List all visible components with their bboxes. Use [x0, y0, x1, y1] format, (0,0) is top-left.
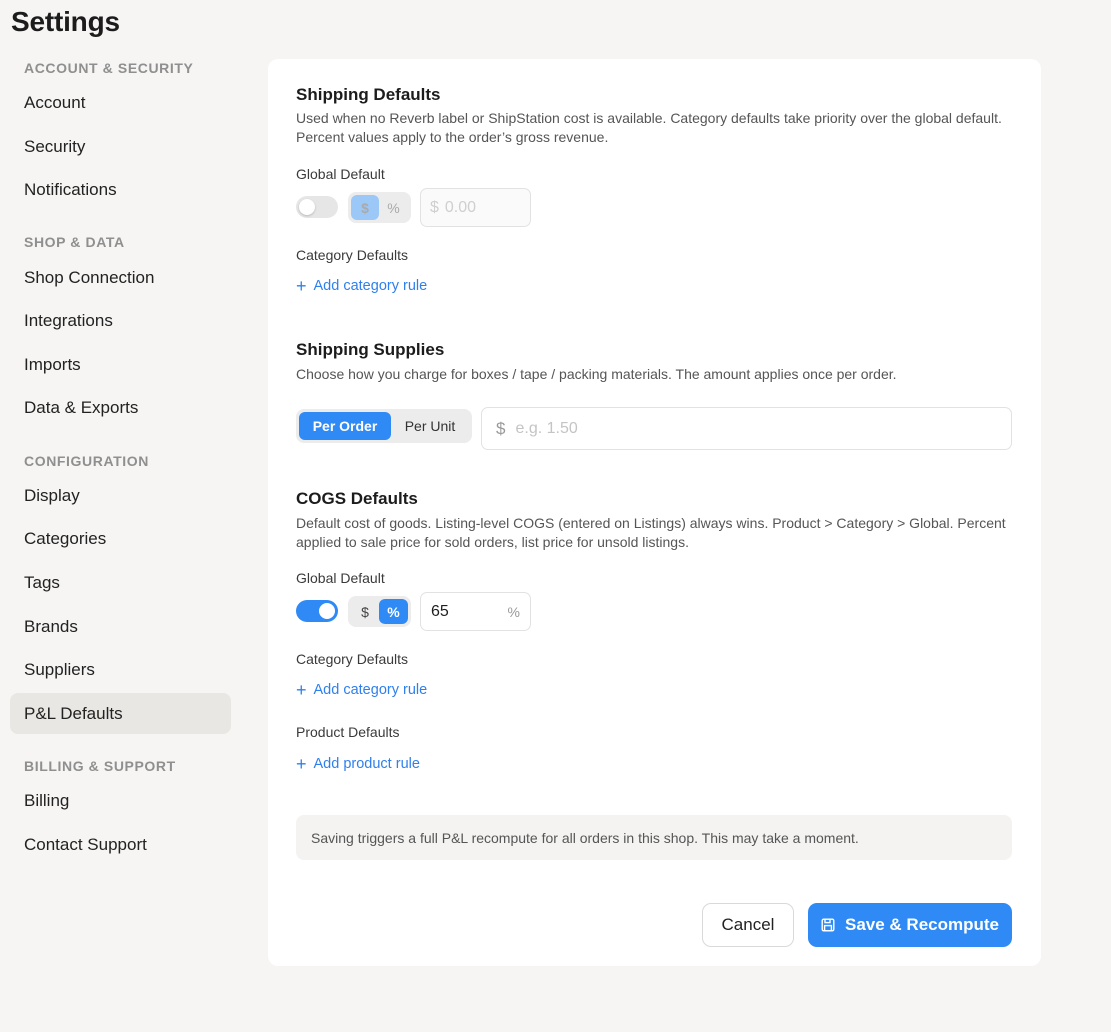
sidebar-item-data-exports[interactable]: Data & Exports [10, 387, 231, 428]
sidebar-item-categories[interactable]: Categories [10, 518, 231, 559]
plus-icon: + [296, 276, 307, 296]
sidebar-section-account-security: ACCOUNT & SECURITY [24, 60, 194, 76]
cogs-defaults-title: COGS Defaults [296, 489, 418, 508]
shipping-supplies-description: Choose how you charge for boxes / tape /… [296, 366, 897, 382]
sidebar-section-shop-data: SHOP & DATA [24, 234, 125, 250]
cogs-global-value: 65 [431, 602, 449, 620]
sidebar-item-pl-defaults[interactable]: P&L Defaults [10, 693, 231, 734]
cogs-global-value-input[interactable]: 65 % [420, 592, 531, 631]
add-category-rule-label: Add category rule [313, 682, 428, 698]
pl-defaults-card: Shipping Defaults Used when no Reverb la… [268, 59, 1041, 966]
shipping-mode-segment: $ % [348, 192, 411, 223]
supplies-per-order-option[interactable]: Per Order [299, 412, 391, 440]
toggle-knob [319, 603, 335, 619]
sidebar-item-integrations[interactable]: Integrations [10, 300, 231, 341]
shipping-mode-percent[interactable]: % [379, 195, 408, 220]
add-category-rule-label: Add category rule [313, 278, 428, 294]
sidebar-item-account[interactable]: Account [10, 82, 231, 123]
save-recompute-button[interactable]: Save & Recompute [808, 903, 1012, 947]
cancel-button[interactable]: Cancel [702, 903, 794, 947]
shipping-add-category-rule-link[interactable]: + Add category rule [296, 276, 428, 296]
sidebar-item-tags[interactable]: Tags [10, 562, 231, 603]
sidebar-item-imports[interactable]: Imports [10, 344, 231, 385]
toggle-knob [299, 199, 315, 215]
cogs-mode-percent[interactable]: % [379, 599, 408, 624]
cogs-global-toggle[interactable] [296, 600, 338, 622]
amount-placeholder: e.g. 1.50 [515, 419, 578, 437]
plus-icon: + [296, 680, 307, 700]
cogs-mode-segment: $ % [348, 596, 411, 627]
supplies-amount-input[interactable]: $ e.g. 1.50 [481, 407, 1012, 450]
plus-icon: + [296, 754, 307, 774]
supplies-charge-segment: Per Order Per Unit [296, 409, 472, 443]
shipping-global-amount-input[interactable]: $ 0.00 [420, 188, 531, 227]
sidebar-section-billing-support: BILLING & SUPPORT [24, 758, 176, 774]
shipping-global-default-label: Global Default [296, 166, 385, 182]
sidebar-item-security[interactable]: Security [10, 126, 231, 167]
cogs-add-category-rule-link[interactable]: + Add category rule [296, 680, 428, 700]
shipping-supplies-title: Shipping Supplies [296, 340, 445, 359]
cogs-add-product-rule-link[interactable]: + Add product rule [296, 754, 420, 774]
save-icon [821, 918, 835, 932]
sidebar-item-display[interactable]: Display [10, 475, 231, 516]
sidebar-section-configuration: CONFIGURATION [24, 453, 149, 469]
cogs-product-defaults-label: Product Defaults [296, 724, 400, 740]
percent-suffix: % [507, 603, 520, 620]
recompute-notice: Saving triggers a full P&L recompute for… [296, 815, 1012, 860]
sidebar-item-billing[interactable]: Billing [10, 780, 231, 821]
cogs-mode-dollar[interactable]: $ [351, 599, 379, 624]
save-recompute-label: Save & Recompute [845, 915, 999, 934]
sidebar-item-notifications[interactable]: Notifications [10, 169, 231, 210]
sidebar-item-shop-connection[interactable]: Shop Connection [10, 257, 231, 298]
sidebar-item-suppliers[interactable]: Suppliers [10, 649, 231, 690]
supplies-per-unit-option[interactable]: Per Unit [391, 412, 469, 440]
shipping-category-defaults-label: Category Defaults [296, 247, 409, 263]
add-product-rule-label: Add product rule [313, 756, 420, 772]
cogs-global-default-label: Global Default [296, 570, 385, 586]
shipping-mode-dollar[interactable]: $ [351, 195, 379, 220]
currency-prefix: $ [496, 418, 506, 438]
sidebar-item-contact-support[interactable]: Contact Support [10, 824, 231, 865]
shipping-defaults-description: Used when no Reverb label or ShipStation… [296, 110, 1002, 145]
shipping-defaults-title: Shipping Defaults [296, 85, 441, 104]
currency-prefix: $ [430, 198, 439, 216]
shipping-global-toggle[interactable] [296, 196, 338, 218]
page-title: Settings [11, 6, 120, 37]
cogs-defaults-description: Default cost of goods. Listing-level COG… [296, 515, 1006, 550]
sidebar-item-brands[interactable]: Brands [10, 606, 231, 647]
cogs-category-defaults-label: Category Defaults [296, 651, 409, 667]
amount-placeholder: 0.00 [444, 198, 477, 216]
